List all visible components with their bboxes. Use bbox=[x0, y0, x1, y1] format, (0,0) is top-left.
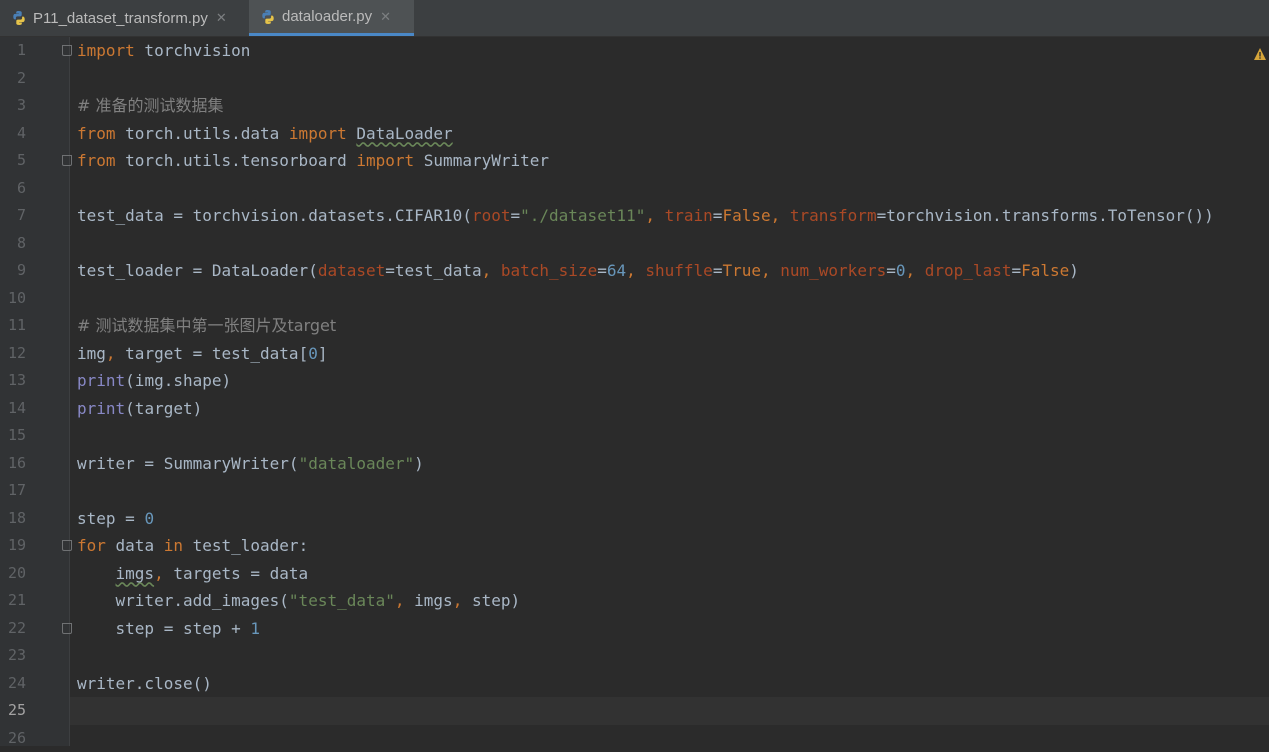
close-icon[interactable]: ✕ bbox=[380, 9, 391, 25]
code-line-21: writer.add_images("test_data", imgs, ste… bbox=[77, 587, 520, 615]
tab-label: dataloader.py bbox=[282, 8, 372, 25]
code-editor[interactable]: import torchvision # 准备的测试数据集 from torch… bbox=[70, 37, 1269, 746]
code-line-12: img, target = test_data[0] bbox=[77, 340, 327, 368]
line-number[interactable]: 12 bbox=[0, 340, 26, 368]
warning-icon[interactable] bbox=[1253, 47, 1267, 61]
code-line-1: import torchvision bbox=[77, 37, 250, 65]
code-line-11: # 测试数据集中第一张图片及target bbox=[77, 312, 336, 340]
editor-tab-bar: P11_dataset_transform.py ✕ dataloader.py… bbox=[0, 0, 1269, 37]
line-number[interactable]: 25 bbox=[0, 697, 26, 725]
python-file-icon bbox=[11, 10, 27, 26]
line-number[interactable]: 7 bbox=[0, 202, 26, 230]
code-line-13: print(img.shape) bbox=[77, 367, 231, 395]
code-line-20: imgs, targets = data bbox=[77, 560, 308, 588]
line-number[interactable]: 18 bbox=[0, 505, 26, 533]
tab-label: P11_dataset_transform.py bbox=[33, 10, 208, 27]
tab-p11-dataset-transform[interactable]: P11_dataset_transform.py ✕ bbox=[0, 0, 248, 36]
code-line-4: from torch.utils.data import DataLoader bbox=[77, 120, 453, 148]
line-number[interactable]: 21 bbox=[0, 587, 26, 615]
code-line-24: writer.close() bbox=[77, 670, 212, 698]
line-number[interactable]: 6 bbox=[0, 175, 26, 203]
line-number[interactable]: 13 bbox=[0, 367, 26, 395]
current-line-highlight bbox=[70, 697, 1269, 725]
code-line-16: writer = SummaryWriter("dataloader") bbox=[77, 450, 424, 478]
code-line-22: step = step + 1 bbox=[77, 615, 260, 643]
line-number[interactable]: 24 bbox=[0, 670, 26, 698]
line-number[interactable]: 23 bbox=[0, 642, 26, 670]
line-number-gutter[interactable]: 1234567891011121314151617181920212223242… bbox=[0, 37, 70, 746]
line-number[interactable]: 11 bbox=[0, 312, 26, 340]
line-number[interactable]: 8 bbox=[0, 230, 26, 258]
line-number[interactable]: 1 bbox=[0, 37, 26, 65]
line-number[interactable]: 4 bbox=[0, 120, 26, 148]
line-number[interactable]: 20 bbox=[0, 560, 26, 588]
code-line-18: step = 0 bbox=[77, 505, 154, 533]
line-number[interactable]: 14 bbox=[0, 395, 26, 423]
line-number[interactable]: 5 bbox=[0, 147, 26, 175]
tab-dataloader[interactable]: dataloader.py ✕ bbox=[249, 0, 414, 36]
close-icon[interactable]: ✕ bbox=[216, 10, 227, 26]
code-line-5: from torch.utils.tensorboard import Summ… bbox=[77, 147, 549, 175]
code-line-19: for data in test_loader: bbox=[77, 532, 308, 560]
line-number[interactable]: 26 bbox=[0, 725, 26, 752]
code-line-7: test_data = torchvision.datasets.CIFAR10… bbox=[77, 202, 1214, 230]
python-file-icon bbox=[260, 9, 276, 25]
line-number[interactable]: 9 bbox=[0, 257, 26, 285]
line-number[interactable]: 3 bbox=[0, 92, 26, 120]
line-number[interactable]: 2 bbox=[0, 65, 26, 93]
line-number[interactable]: 16 bbox=[0, 450, 26, 478]
code-line-14: print(target) bbox=[77, 395, 202, 423]
code-line-3: # 准备的测试数据集 bbox=[77, 92, 224, 120]
code-line-9: test_loader = DataLoader(dataset=test_da… bbox=[77, 257, 1079, 285]
line-number[interactable]: 15 bbox=[0, 422, 26, 450]
line-number[interactable]: 19 bbox=[0, 532, 26, 560]
line-number[interactable]: 22 bbox=[0, 615, 26, 643]
line-number[interactable]: 17 bbox=[0, 477, 26, 505]
line-number[interactable]: 10 bbox=[0, 285, 26, 313]
